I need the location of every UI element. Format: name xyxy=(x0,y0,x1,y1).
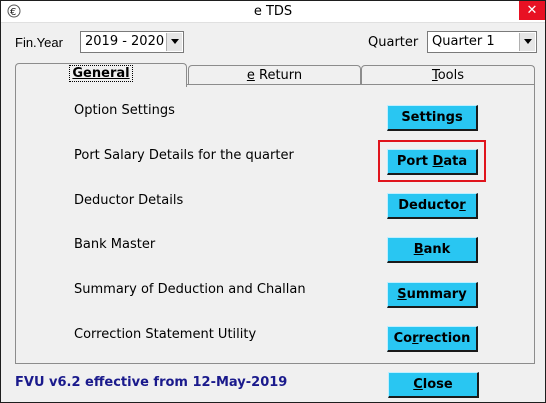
deductor-details-label: Deductor Details xyxy=(74,193,184,208)
window-close-icon[interactable]: ✕ xyxy=(519,1,545,20)
summary-hotkey: S xyxy=(397,287,407,302)
fin-year-value: 2019 - 2020 xyxy=(85,34,165,49)
title-bar: € e TDS ✕ xyxy=(1,1,545,23)
quarter-select[interactable]: Quarter 1 xyxy=(427,31,537,53)
close-button[interactable]: Close xyxy=(388,372,479,398)
bank-button[interactable]: Bank xyxy=(387,237,478,263)
correction-label-b: rection xyxy=(418,331,471,346)
etds-window: € e TDS ✕ Fin.Year 2019 - 2020 Quarter Q… xyxy=(0,0,546,403)
option-settings-label: Option Settings xyxy=(74,103,175,118)
port-data-label-a: Port xyxy=(396,154,433,169)
summary-label: Summary of Deduction and Challan xyxy=(74,282,306,297)
tab-strip: General e Return Tools xyxy=(15,63,535,87)
port-data-hotkey: D xyxy=(432,154,444,169)
bank-hotkey: B xyxy=(413,242,424,257)
fin-year-select[interactable]: 2019 - 2020 xyxy=(80,31,184,53)
tab-general-label: General xyxy=(69,65,133,82)
window-title: e TDS xyxy=(253,4,293,19)
quarter-value: Quarter 1 xyxy=(432,34,495,49)
deductor-button[interactable]: Deductor xyxy=(387,193,478,219)
deductor-label-a: Deducto xyxy=(398,198,460,213)
close-hotkey: C xyxy=(413,377,423,392)
deductor-hotkey: r xyxy=(459,198,466,213)
port-data-label-b: ata xyxy=(443,154,468,169)
tab-tools-rest: ools xyxy=(437,68,465,83)
fin-year-label: Fin.Year xyxy=(15,35,63,50)
port-data-button[interactable]: Port Data xyxy=(387,149,478,175)
tab-e-return[interactable]: e Return xyxy=(188,65,361,85)
close-label-b: lose xyxy=(422,377,453,392)
bank-label-b: ank xyxy=(423,242,451,257)
tab-e-return-rest: Return xyxy=(254,68,303,83)
settings-button-label: Settings xyxy=(401,110,463,125)
fvu-version-text: FVU v6.2 effective from 12-May-2019 xyxy=(15,375,288,390)
settings-button[interactable]: Settings xyxy=(387,105,478,131)
correction-label-a: Co xyxy=(393,331,413,346)
tab-general[interactable]: General xyxy=(15,63,187,87)
port-salary-label: Port Salary Details for the quarter xyxy=(74,148,294,163)
correction-button[interactable]: Correction xyxy=(387,326,478,352)
tab-tools[interactable]: Tools xyxy=(361,65,535,85)
bank-master-label: Bank Master xyxy=(74,237,156,252)
summary-label-b: ummary xyxy=(406,287,467,302)
correction-utility-label: Correction Statement Utility xyxy=(74,327,257,342)
tab-e-return-hotkey: e xyxy=(246,68,255,83)
chevron-down-icon[interactable] xyxy=(519,33,535,51)
chevron-down-icon[interactable] xyxy=(166,33,182,51)
quarter-label: Quarter xyxy=(368,35,419,50)
summary-button[interactable]: Summary xyxy=(387,282,478,308)
